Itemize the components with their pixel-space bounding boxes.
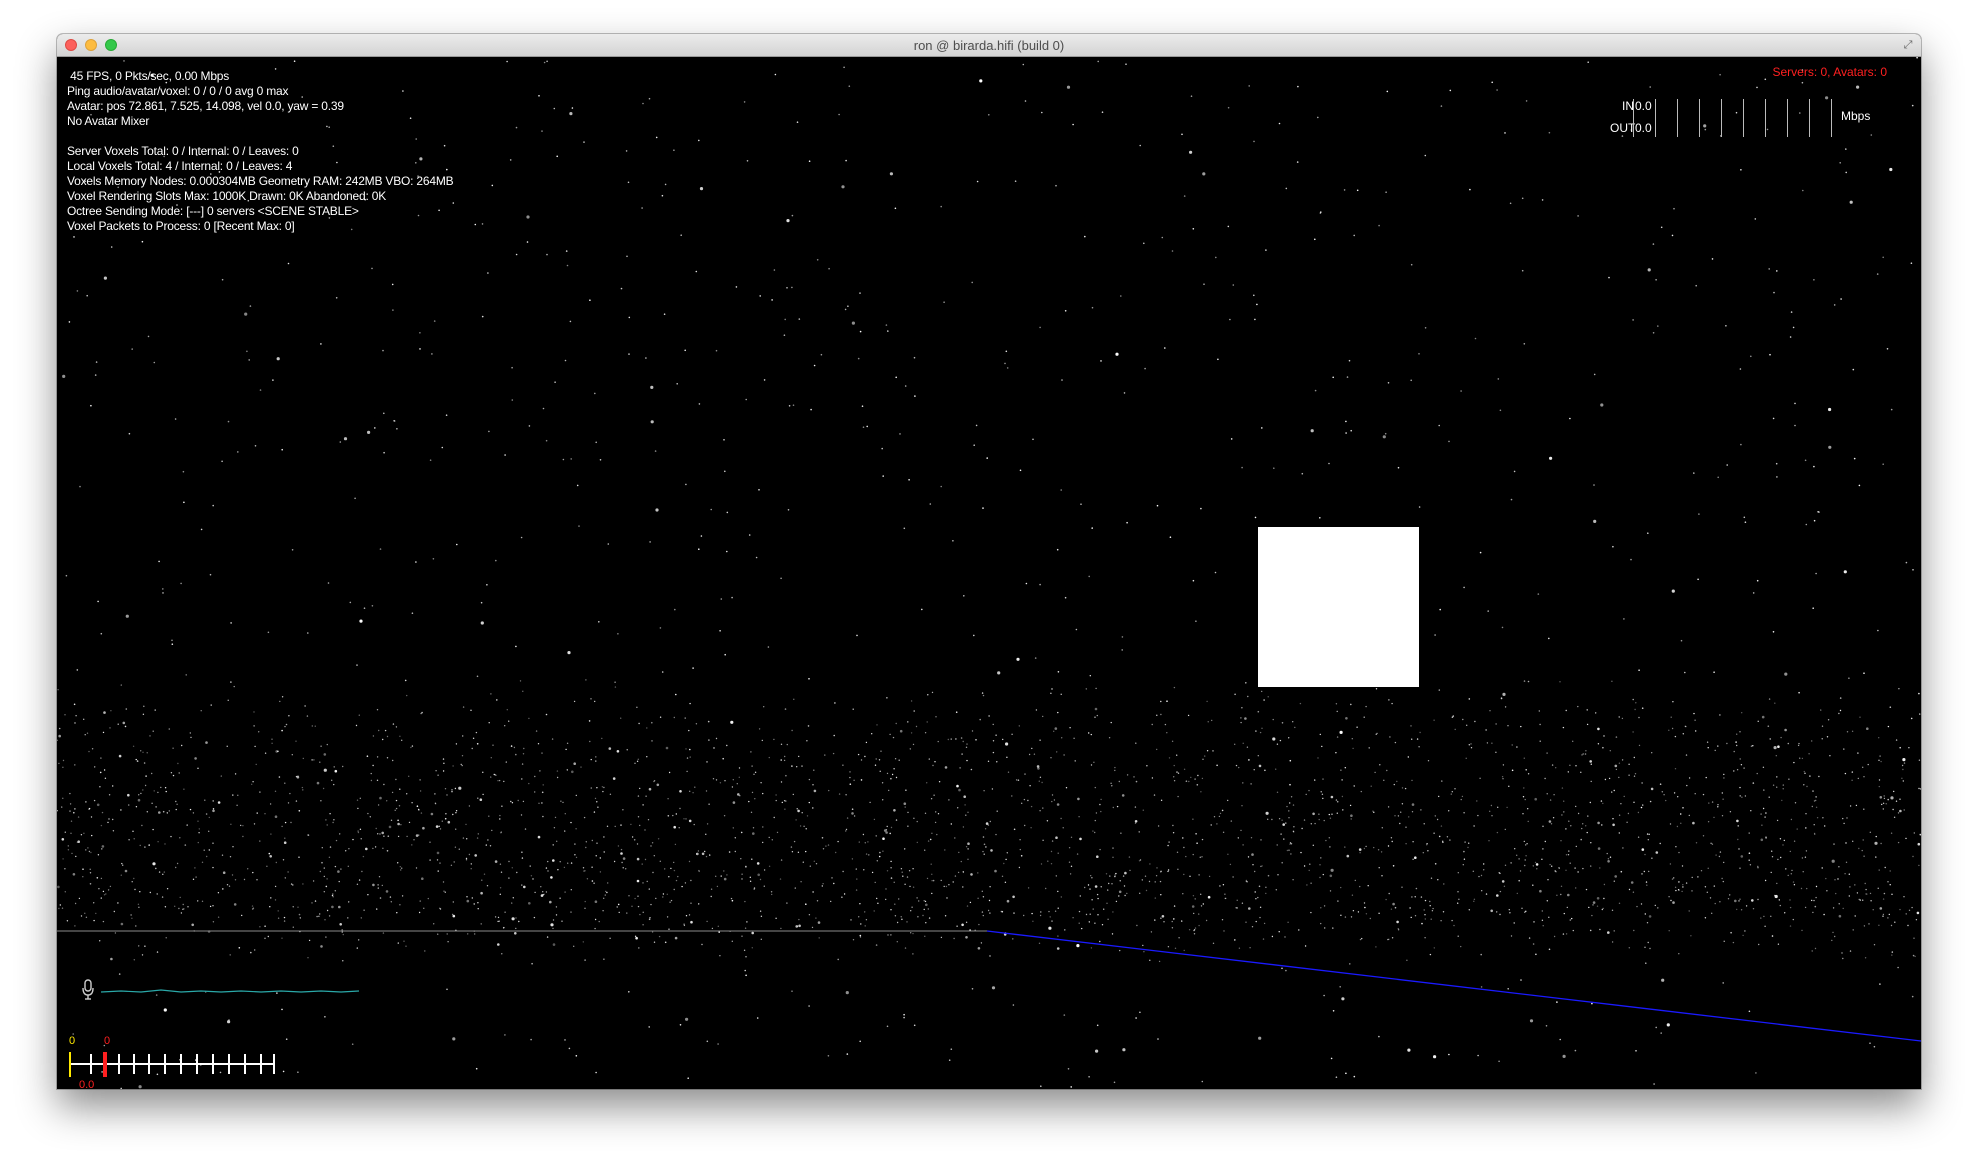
- bandwidth-tick: [1765, 99, 1766, 137]
- bandwidth-unit: Mbps: [1841, 109, 1871, 123]
- meter-scale: [69, 1052, 275, 1077]
- bandwidth-tick: [1743, 99, 1744, 137]
- audio-scope: [101, 989, 359, 993]
- bandwidth-tick: [1677, 99, 1678, 137]
- axis-line: [986, 930, 1921, 1042]
- bandwidth-tick: [1655, 99, 1656, 137]
- bandwidth-tick: [1721, 99, 1722, 137]
- stats-line: Voxel Packets to Process: 0 [Recent Max:…: [67, 219, 295, 233]
- 3d-viewport[interactable]: 45 FPS, 0 Pkts/sec, 0.00 Mbps Ping audio…: [57, 57, 1921, 1089]
- meter-red-label: 0: [104, 1035, 111, 1047]
- stats-line: Octree Sending Mode: [---] 0 servers <SC…: [67, 204, 359, 218]
- stats-line: Voxel Rendering Slots Max: 1000K Drawn: …: [67, 189, 387, 203]
- bandwidth-out-value: 0.0: [1635, 121, 1652, 135]
- meter-yellow-label: 0: [69, 1035, 76, 1047]
- bandwidth-tick: [1809, 99, 1810, 137]
- audio-level-meter: 0 0 0.0: [69, 1035, 289, 1089]
- stats-line: Avatar: pos 72.861, 7.525, 14.098, vel 0…: [67, 99, 344, 113]
- bandwidth-tick: [1787, 99, 1788, 137]
- stats-line: Server Voxels Total: 0 / Internal: 0 / L…: [67, 144, 299, 158]
- microphone-icon[interactable]: [81, 979, 95, 1001]
- bandwidth-tick: [1633, 99, 1634, 137]
- fullscreen-icon[interactable]: ⤢: [1902, 39, 1914, 51]
- stats-line: Ping audio/avatar/voxel: 0 / 0 / 0 avg 0…: [67, 84, 289, 98]
- voxel-cube: [1258, 527, 1419, 687]
- bandwidth-meter: IN 0.0 OUT 0.0 Mbps: [1610, 97, 1879, 143]
- bandwidth-out-label: OUT: [1610, 121, 1636, 135]
- window-title: ron @ birarda.hifi (build 0): [913, 38, 1065, 53]
- stats-line: Local Voxels Total: 4 / Internal: 0 / Le…: [67, 159, 293, 173]
- bandwidth-in-value: 0.0: [1635, 99, 1652, 113]
- stats-line: Voxels Memory Nodes: 0.000304MB Geometry…: [67, 174, 454, 188]
- title-bar[interactable]: ron @ birarda.hifi (build 0) ⤢: [57, 34, 1921, 57]
- stats-overlay: 45 FPS, 0 Pkts/sec, 0.00 Mbps Ping audio…: [67, 69, 454, 234]
- meter-level-label: 0.0: [79, 1079, 95, 1089]
- stats-line: 45 FPS, 0 Pkts/sec, 0.00 Mbps: [67, 69, 230, 83]
- stats-line: [67, 129, 453, 144]
- bandwidth-tick: [1699, 99, 1700, 137]
- servers-status: Servers: 0, Avatars: 0: [1772, 65, 1888, 79]
- bandwidth-tick: [1831, 99, 1832, 137]
- app-window: ron @ birarda.hifi (build 0) ⤢ 45 FPS, 0…: [57, 34, 1921, 1089]
- stats-line: No Avatar Mixer: [67, 114, 150, 128]
